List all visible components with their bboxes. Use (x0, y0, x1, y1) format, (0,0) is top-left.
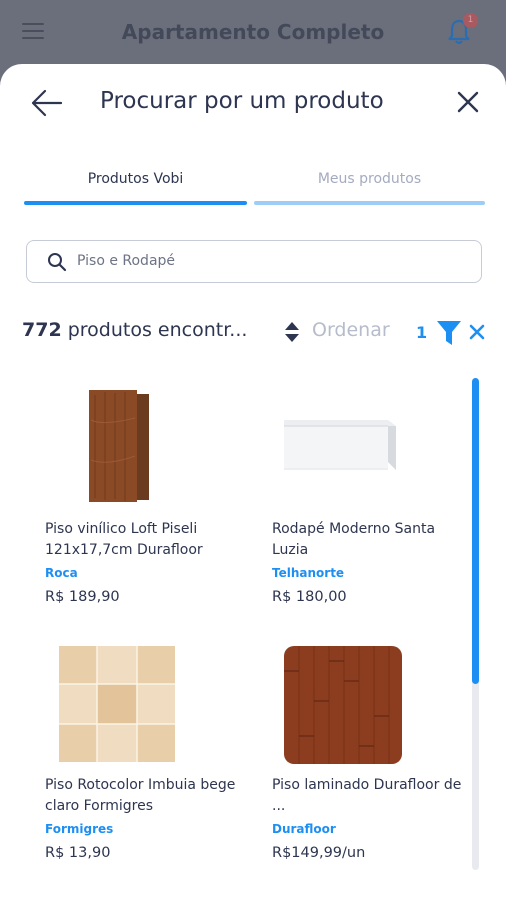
results-count: 772 produtos encontr... (22, 319, 247, 341)
product-image-baseboard (284, 390, 404, 510)
product-store[interactable]: Durafloor (272, 822, 472, 836)
tab-meus-produtos[interactable]: Meus produtos (254, 171, 485, 201)
sheet-title: Procurar por um produto (100, 88, 384, 114)
product-store[interactable]: Telhanorte (272, 566, 472, 580)
back-arrow-icon[interactable] (30, 88, 64, 118)
filter-icon[interactable] (436, 319, 462, 347)
product-image-beige-tile (57, 646, 177, 766)
product-card[interactable]: Piso vinílico Loft Piseli 121x17,7cm Dur… (45, 390, 245, 605)
filter-count: 1 (416, 323, 428, 342)
product-card[interactable]: Rodapé Moderno Santa Luzia Telhanorte R$… (272, 390, 472, 605)
product-price: R$ 189,90 (45, 589, 120, 605)
product-grid: Piso vinílico Loft Piseli 121x17,7cm Dur… (0, 374, 470, 900)
product-name: Piso Rotocolor Imbuia bege claro Formigr… (45, 777, 236, 814)
scrollbar-thumb[interactable] (472, 378, 479, 684)
tab-produtos-vobi[interactable]: Produtos Vobi (24, 171, 247, 201)
product-name: Piso vinílico Loft Piseli 121x17,7cm Dur… (45, 521, 203, 558)
product-card[interactable]: Piso laminado Durafloor de ... Durafloor… (272, 646, 472, 861)
notification-badge: 1 (463, 13, 478, 28)
search-input[interactable] (77, 241, 467, 281)
product-name: Rodapé Moderno Santa Luzia (272, 521, 436, 558)
app-bar: Apartamento Completo 1 (0, 0, 506, 70)
product-name: Piso laminado Durafloor de ... (272, 777, 462, 814)
product-store[interactable]: Formigres (45, 822, 245, 836)
product-search-sheet: Procurar por um produto Produtos Vobi Me… (0, 64, 506, 900)
sort-icon[interactable] (283, 320, 301, 344)
search-box (26, 240, 482, 283)
close-icon[interactable] (456, 90, 480, 114)
clear-filter-icon[interactable] (469, 323, 485, 341)
results-number: 772 (22, 319, 62, 341)
results-label: produtos encontr... (67, 319, 248, 341)
sort-button[interactable]: Ordenar (312, 319, 390, 341)
search-icon (48, 253, 67, 272)
product-price: R$149,99/un (272, 845, 366, 861)
product-image-wood-planks (57, 390, 177, 510)
product-store[interactable]: Roca (45, 566, 245, 580)
app-title: Apartamento Completo (121, 20, 385, 44)
tab-indicator-inactive (254, 201, 485, 205)
product-image-laminate-floor (284, 646, 404, 766)
product-card[interactable]: Piso Rotocolor Imbuia bege claro Formigr… (45, 646, 245, 861)
tab-indicator-active (24, 201, 247, 205)
product-price: R$ 180,00 (272, 589, 347, 605)
product-price: R$ 13,90 (45, 845, 111, 861)
